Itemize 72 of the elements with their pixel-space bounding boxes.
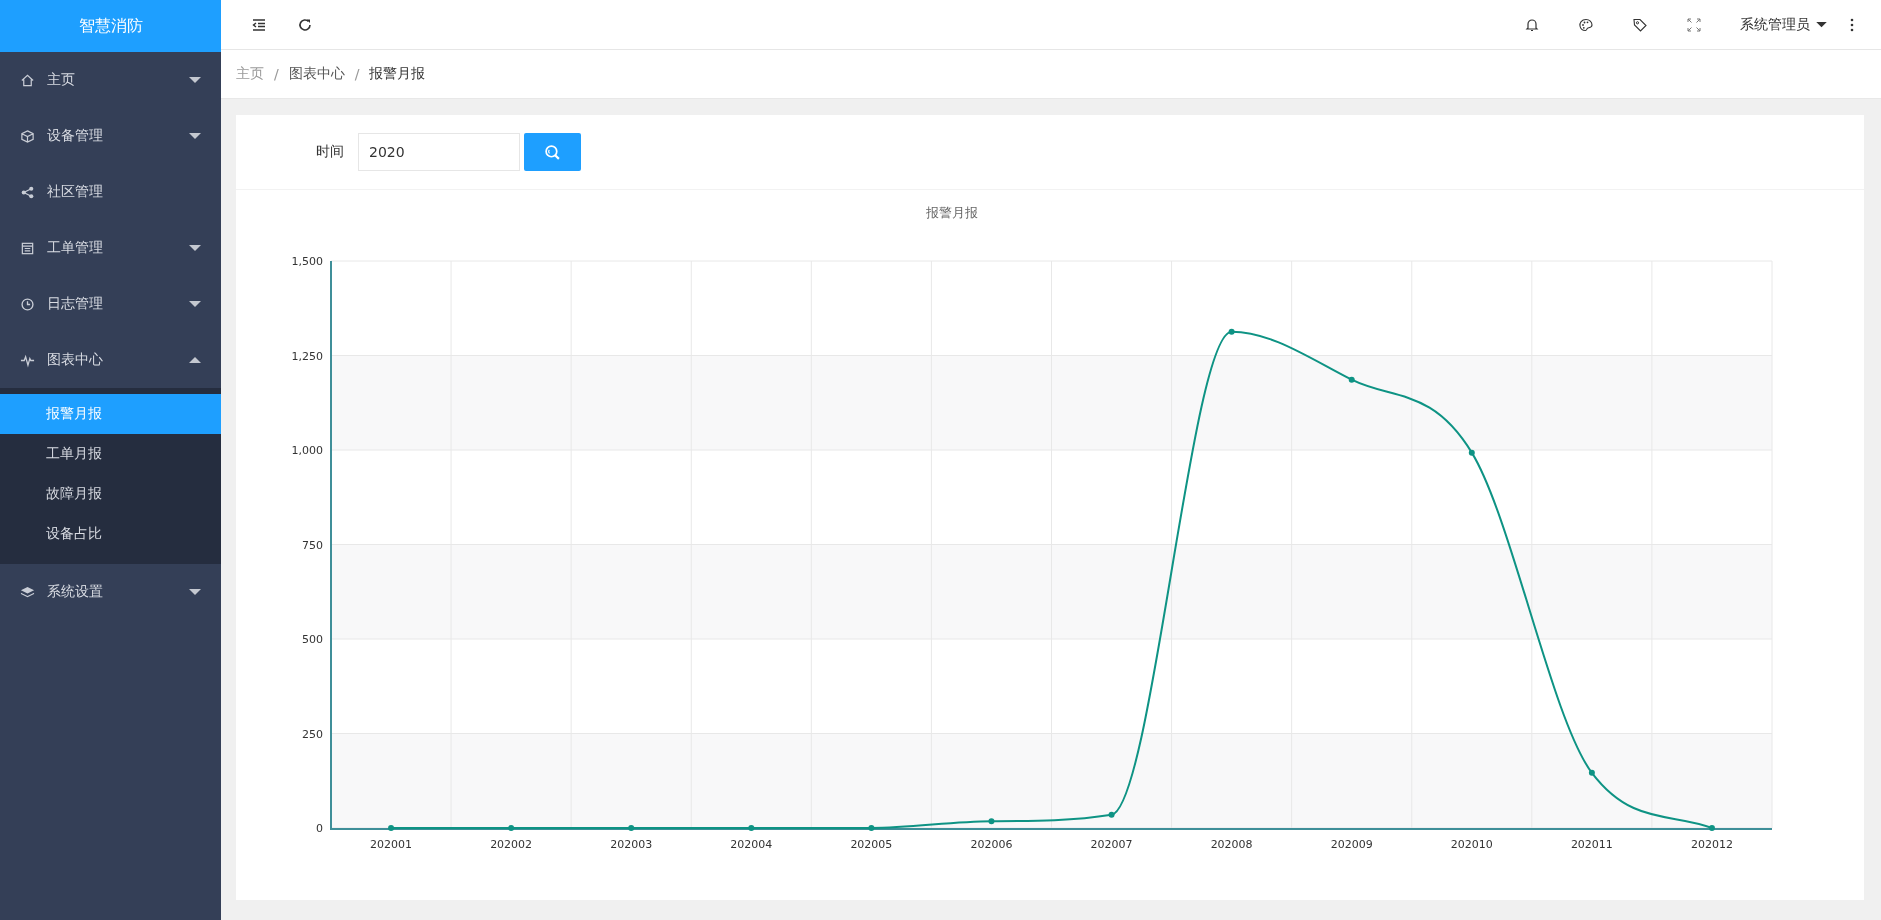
data-point	[1228, 328, 1235, 335]
submenu-item[interactable]: 设备占比	[0, 514, 221, 554]
x-tick-label: 202009	[1330, 838, 1373, 851]
tag-icon[interactable]	[1632, 16, 1648, 33]
x-tick-label: 202007	[1090, 838, 1133, 851]
menu-label: 图表中心	[47, 351, 104, 369]
data-point	[388, 825, 395, 831]
x-tick-label: 202005	[850, 838, 893, 851]
y-tick-label: 500	[302, 633, 323, 646]
user-menu[interactable]: 系统管理员	[1740, 15, 1827, 34]
menu-item[interactable]: 图表中心	[0, 332, 221, 388]
menu-label: 主页	[47, 71, 76, 89]
x-tick-label: 202010	[1450, 838, 1493, 851]
x-tick-label: 202001	[370, 838, 413, 851]
data-point	[1348, 376, 1355, 383]
data-point	[508, 825, 515, 831]
pulse-icon	[20, 352, 35, 368]
x-tick-label: 202003	[610, 838, 653, 851]
x-tick-label: 202012	[1690, 838, 1733, 851]
bell-icon[interactable]	[1524, 16, 1540, 33]
chart-title: 报警月报	[925, 205, 978, 220]
data-point	[1108, 811, 1115, 818]
breadcrumb-separator: /	[274, 66, 279, 83]
x-tick-label: 202002	[490, 838, 533, 851]
search-icon	[544, 143, 561, 161]
more-icon[interactable]	[1849, 16, 1855, 33]
menu-label: 设备管理	[47, 127, 104, 145]
board-icon	[20, 240, 35, 256]
field-label: 时间	[316, 143, 344, 161]
menu-item[interactable]: 主页	[0, 52, 221, 108]
menu-label: 系统设置	[47, 583, 104, 601]
breadcrumb-link[interactable]: 图表中心	[288, 65, 345, 84]
data-point	[988, 818, 995, 825]
y-tick-label: 1,500	[291, 255, 323, 268]
y-tick-label: 0	[316, 822, 323, 835]
share-icon	[20, 184, 35, 200]
menu-item[interactable]: 系统设置	[0, 564, 221, 620]
palette-icon[interactable]	[1578, 16, 1594, 33]
data-point	[868, 825, 875, 831]
data-point	[628, 825, 635, 831]
refresh-icon[interactable]	[297, 16, 313, 33]
menu-fold-icon[interactable]	[251, 16, 267, 33]
data-point	[748, 825, 755, 831]
year-input[interactable]: 2020	[358, 133, 520, 171]
menu-label: 社区管理	[47, 183, 104, 201]
clock-icon	[20, 296, 35, 312]
x-tick-label: 202008	[1210, 838, 1253, 851]
menu-item[interactable]: 工单管理	[0, 220, 221, 276]
data-point	[1588, 769, 1595, 776]
x-tick-label: 202004	[730, 838, 773, 851]
y-tick-label: 1,250	[291, 349, 323, 363]
y-tick-label: 750	[302, 538, 323, 552]
submenu-item[interactable]: 故障月报	[0, 474, 221, 514]
cube-icon	[20, 128, 35, 144]
home-icon	[20, 72, 35, 88]
menu-item[interactable]: 设备管理	[0, 108, 221, 164]
menu-label: 工单管理	[47, 239, 104, 257]
breadcrumb-separator: /	[354, 66, 360, 83]
fullscreen-icon[interactable]	[1686, 16, 1702, 33]
menu-label: 日志管理	[47, 295, 104, 313]
app-logo: 智慧消防	[0, 0, 221, 52]
x-tick-label: 202011	[1570, 838, 1613, 851]
data-point	[1708, 825, 1715, 831]
submenu-item[interactable]: 工单月报	[0, 434, 221, 474]
caret-icon	[1816, 21, 1827, 29]
menu-item[interactable]: 日志管理	[0, 276, 221, 332]
data-point	[1468, 449, 1475, 456]
x-tick-label: 202006	[970, 838, 1013, 851]
y-tick-label: 1,000	[291, 444, 323, 457]
menu-item[interactable]: 社区管理	[0, 164, 221, 220]
y-tick-label: 250	[302, 727, 323, 741]
layers-icon	[20, 584, 35, 600]
